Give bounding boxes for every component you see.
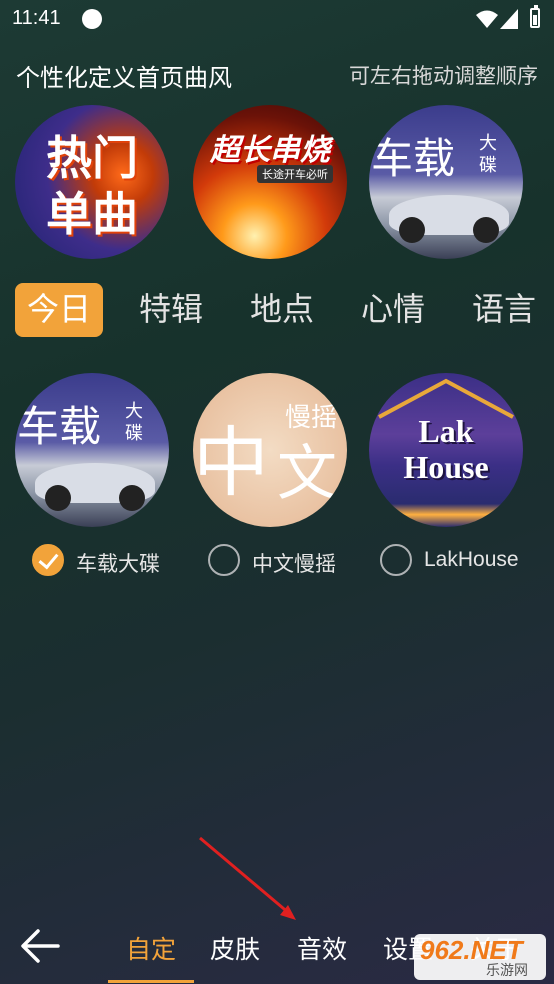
style-cover-lakhouse-title: Lak House [403, 413, 489, 485]
status-bar: 11:41 [0, 0, 554, 38]
cover-long-title: 超长串烧 [210, 134, 330, 167]
nav-active-indicator [108, 980, 194, 983]
nav-custom[interactable]: 自定 [126, 930, 176, 966]
nav-sound-effects[interactable]: 音效 [297, 930, 347, 966]
car-wheel-icon [473, 217, 499, 243]
status-time: 11:41 [12, 7, 61, 29]
tab-today[interactable]: 今日 [15, 283, 104, 337]
nav-skin[interactable]: 皮肤 [210, 930, 260, 966]
page-title: 个性化定义首页曲风 [16, 65, 232, 92]
battery-icon [530, 5, 540, 28]
category-tabs: 今日 特辑 地点 心情 语言 [0, 283, 554, 337]
signal-icon [500, 9, 518, 29]
back-arrow-icon[interactable] [18, 926, 62, 966]
style-option-label: 车载大碟 [76, 553, 160, 576]
car-wheel-icon [119, 485, 145, 511]
style-cover-cn-big: 中 [193, 422, 269, 506]
style-cover-chinese-slow[interactable]: 中 文 慢摇 [193, 373, 347, 527]
notification-dot-icon [82, 9, 102, 29]
watermark-logo: 962.NET 乐游网 [414, 934, 546, 980]
tab-special[interactable]: 特辑 [139, 283, 203, 337]
style-cover-lakhouse[interactable]: Lak House [369, 373, 523, 527]
style-cover-cn-small: 慢摇 [285, 403, 338, 433]
cover-car-big: 车载 [371, 137, 456, 183]
tab-location[interactable]: 地点 [250, 283, 314, 337]
cover-hot-title: 热门 单曲 [46, 132, 138, 240]
cover-long-medley[interactable]: 超长串烧 长途开车必听 [193, 105, 347, 259]
car-wheel-icon [45, 485, 71, 511]
style-option-label: 中文慢摇 [252, 553, 336, 576]
cover-car-small: 大碟 [479, 133, 497, 176]
style-cover-cn-wen: 文 [277, 441, 337, 507]
watermark-sub: 乐游网 [486, 963, 528, 979]
wifi-icon [476, 10, 498, 28]
tab-mood[interactable]: 心情 [361, 283, 425, 337]
style-cover-car-small: 大碟 [125, 401, 143, 444]
tab-language[interactable]: 语言 [472, 283, 554, 337]
radio-unchecked-icon[interactable] [380, 544, 412, 576]
style-option-label: LakHouse [424, 548, 519, 571]
cover-long-subtitle: 长途开车必听 [257, 165, 333, 183]
style-cover-car-big: 车载 [17, 405, 102, 451]
radio-unchecked-icon[interactable] [208, 544, 240, 576]
cover-car-album[interactable]: 车载 大碟 [369, 105, 523, 259]
drag-hint: 可左右拖动调整顺序 [349, 65, 538, 88]
radio-checked-icon[interactable] [32, 544, 64, 576]
cover-hot-singles[interactable]: 热门 单曲 [15, 105, 169, 259]
style-cover-car[interactable]: 车载 大碟 [15, 373, 169, 527]
car-wheel-icon [399, 217, 425, 243]
